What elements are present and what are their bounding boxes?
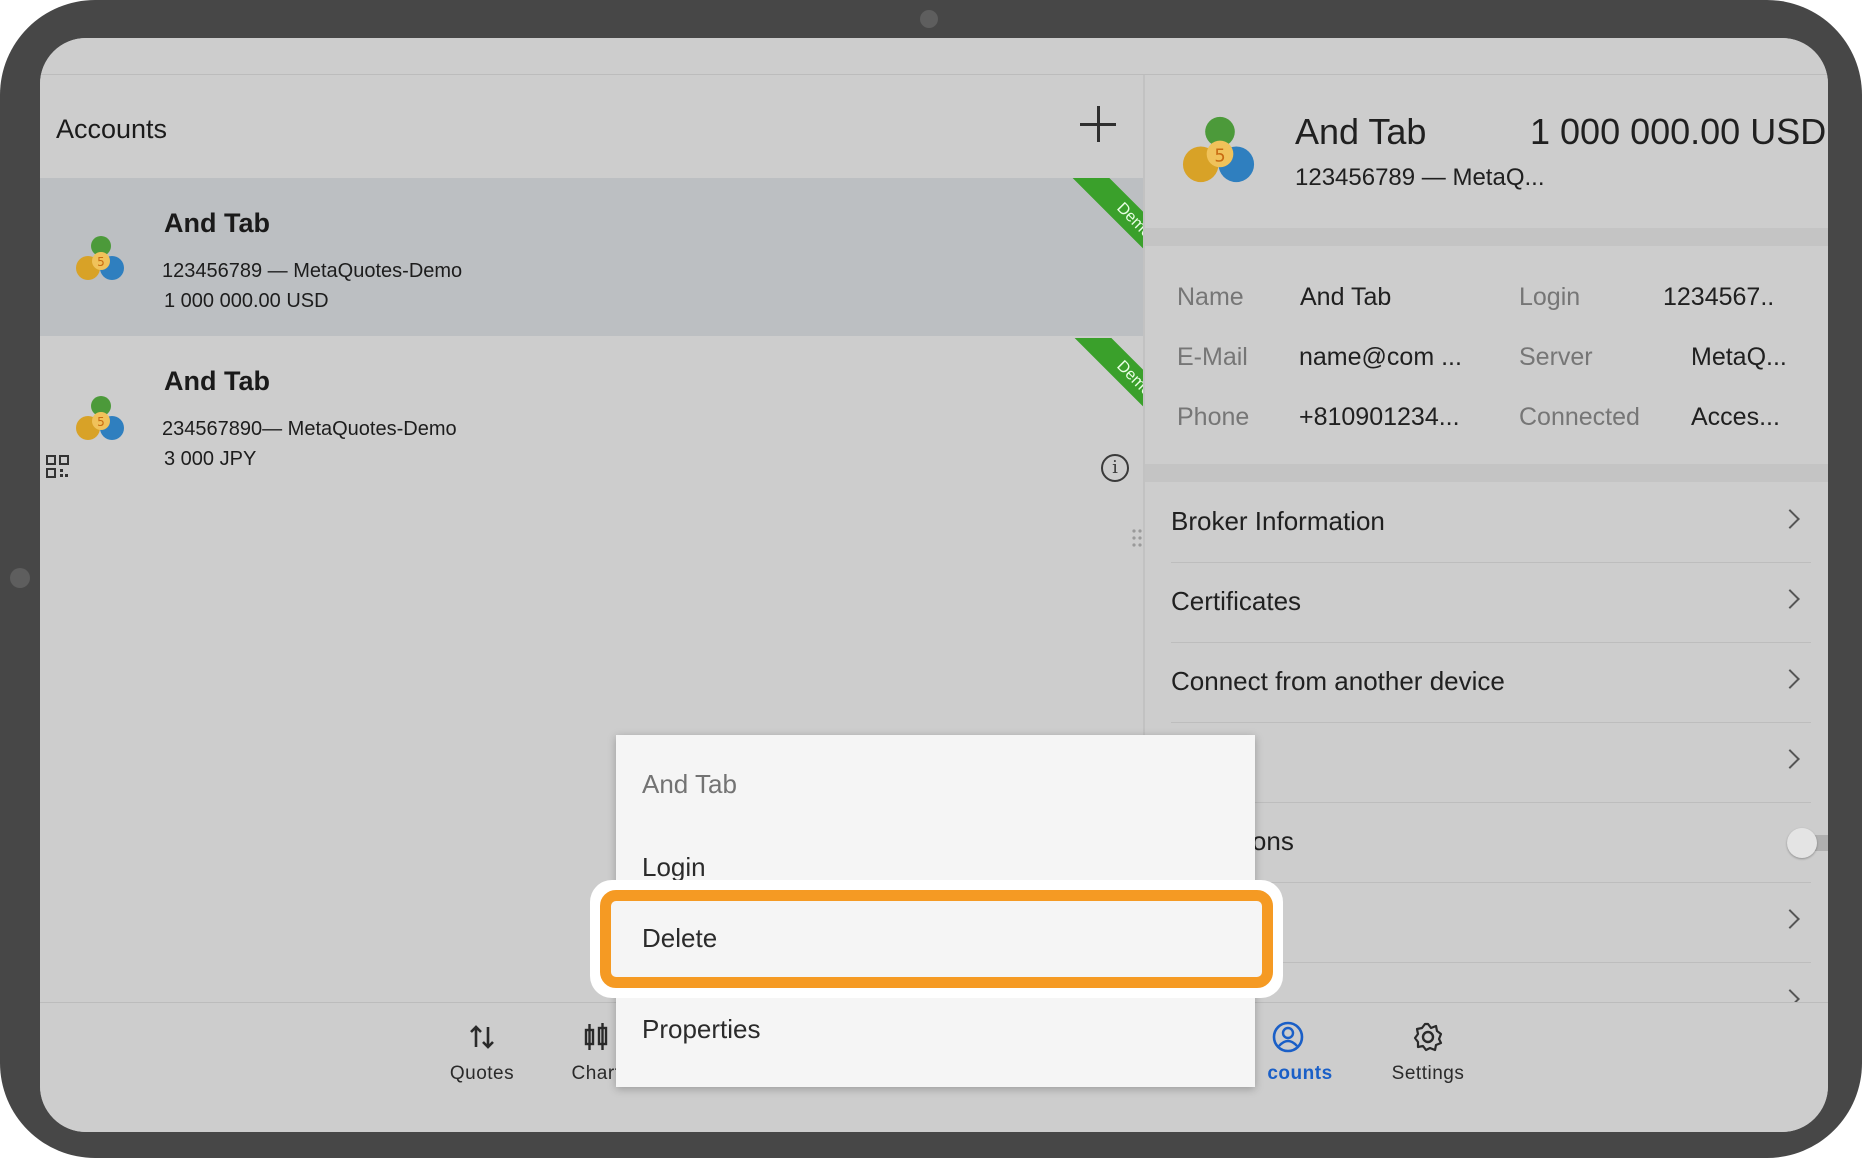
qr-code-icon[interactable] — [46, 455, 70, 479]
detail-subtitle: 123456789 — MetaQ... — [1295, 164, 1545, 191]
chevron-right-icon — [1780, 509, 1800, 529]
menu-connect-another-device[interactable]: Connect from another device — [1171, 642, 1811, 723]
context-menu-title: And Tab — [642, 769, 737, 799]
account-row-1[interactable]: 5 And Tab 123456789 — MetaQuotes-Demo 1 … — [40, 178, 1143, 336]
highlight-box — [600, 890, 1273, 988]
account-balance: 1 000 000.00 USD — [164, 290, 329, 312]
account-name: And Tab — [164, 366, 270, 396]
chevron-right-icon — [1780, 909, 1800, 929]
login-value: 1234567.. — [1663, 283, 1775, 311]
section-separator — [1145, 228, 1828, 246]
menu-certificates[interactable]: Certificates — [1171, 562, 1811, 643]
nav-accounts[interactable]: counts — [1256, 1011, 1376, 1091]
section-separator — [1145, 464, 1828, 482]
info-icon[interactable]: i — [1101, 454, 1129, 482]
chevron-right-icon — [1780, 749, 1800, 769]
notifications-toggle[interactable] — [1787, 828, 1828, 858]
server-value: MetaQ... — [1691, 343, 1787, 371]
candles-icon — [584, 1023, 608, 1050]
chevron-right-icon — [1780, 669, 1800, 689]
connected-value: Acces... — [1691, 403, 1780, 431]
nav-quotes[interactable]: Quotes — [422, 1011, 542, 1091]
demo-badge: Demo — [1068, 338, 1143, 445]
connected-label: Connected — [1519, 403, 1640, 431]
chevron-right-icon — [1780, 589, 1800, 609]
accounts-icon — [1272, 1021, 1304, 1053]
phone-value: +810901234... — [1299, 403, 1460, 431]
drag-handle-icon[interactable] — [1132, 528, 1142, 548]
account-row-2[interactable]: 5 And Tab 234567890— MetaQuotes-Demo 3 0… — [40, 338, 1143, 496]
nav-settings[interactable]: Settings — [1368, 1011, 1488, 1091]
server-label: Server — [1519, 343, 1593, 371]
page-title: Accounts — [56, 114, 168, 144]
camera-dot — [920, 10, 938, 28]
account-login-server: 234567890— MetaQuotes-Demo — [162, 418, 457, 440]
add-account-button[interactable] — [1080, 106, 1116, 142]
metatrader-logo-icon: 5 — [76, 236, 124, 280]
metatrader-logo-icon: 5 — [76, 396, 124, 440]
side-button-dot — [10, 568, 30, 588]
email-value: name@com ... — [1299, 343, 1462, 371]
arrows-updown-icon — [470, 1025, 494, 1049]
svg-text:5: 5 — [1214, 146, 1225, 166]
email-label: E-Mail — [1177, 343, 1248, 371]
svg-text:5: 5 — [97, 255, 105, 269]
context-menu-properties[interactable]: Properties — [642, 1014, 761, 1045]
menu-notifications[interactable]: otifications — [1171, 802, 1811, 883]
svg-text:5: 5 — [97, 415, 105, 429]
account-name: And Tab — [164, 208, 270, 238]
demo-badge: Demo — [1068, 178, 1143, 287]
menu-item-hidden[interactable] — [1171, 722, 1811, 803]
gear-icon — [1413, 1022, 1443, 1052]
login-label: Login — [1519, 283, 1581, 311]
name-value: And Tab — [1300, 283, 1392, 311]
context-menu-login[interactable]: Login — [642, 852, 706, 883]
detail-account-name: And Tab — [1295, 111, 1427, 152]
phone-label: Phone — [1177, 403, 1250, 431]
status-bar — [40, 38, 1828, 75]
account-balance: 3 000 JPY — [164, 448, 257, 470]
metatrader-logo-icon: 5 — [1182, 116, 1255, 183]
detail-balance: 1 000 000.00 USD — [1530, 111, 1827, 152]
menu-broker-information[interactable]: Broker Information — [1171, 482, 1811, 563]
name-label: Name — [1177, 283, 1244, 311]
account-login-server: 123456789 — MetaQuotes-Demo — [162, 260, 463, 282]
